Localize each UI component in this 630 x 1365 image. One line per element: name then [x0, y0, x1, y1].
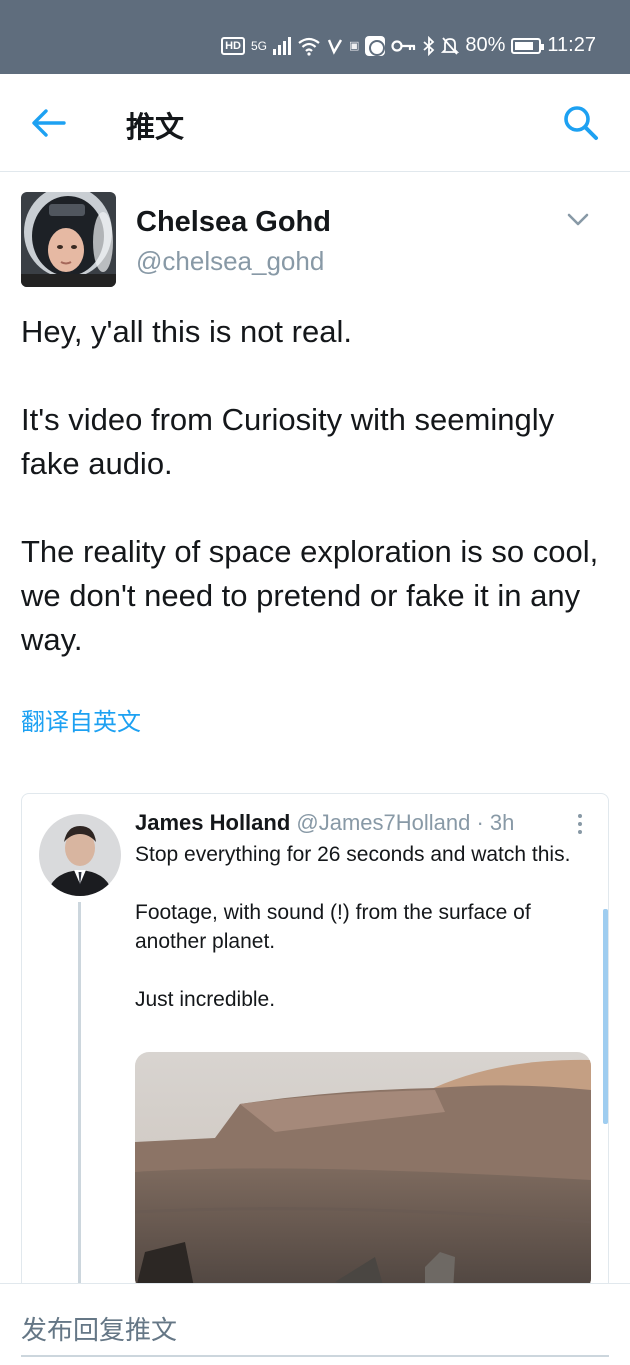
- author-handle[interactable]: @chelsea_gohd: [136, 246, 324, 277]
- input-underline: [21, 1355, 609, 1357]
- quoted-author-name[interactable]: James Holland: [135, 810, 290, 835]
- scrollbar[interactable]: [603, 909, 608, 1124]
- status-icons: HD 5G ▣ 80% 11:27: [221, 34, 596, 57]
- more-options-icon[interactable]: [576, 814, 584, 836]
- tweet-paragraph: The reality of space exploration is so c…: [21, 534, 599, 657]
- tweet-paragraph: It's video from Curiosity with seemingly…: [21, 402, 555, 481]
- battery-icon: [511, 37, 545, 54]
- video-thumbnail[interactable]: [135, 1052, 591, 1283]
- quoted-avatar[interactable]: [39, 814, 121, 896]
- quoted-tweet-card[interactable]: James Holland @James7Holland · 3h Stop e…: [21, 793, 609, 1283]
- wifi-icon: [298, 37, 320, 56]
- clock: 11:27: [547, 34, 596, 56]
- reply-input[interactable]: 发布回复推文: [21, 1310, 177, 1347]
- app-icon: [365, 35, 386, 56]
- bluetooth-icon: [423, 35, 435, 56]
- search-icon[interactable]: [562, 104, 600, 142]
- checkmark-v-icon: [327, 38, 343, 55]
- quoted-paragraph: Footage, with sound (!) from the surface…: [135, 901, 531, 953]
- quoted-author-meta: @James7Holland · 3h: [296, 810, 515, 835]
- signal-icon: [272, 36, 291, 55]
- quoted-paragraph: Stop everything for 26 seconds and watch…: [135, 843, 571, 866]
- hd-badge: HD: [221, 36, 245, 55]
- page-title: 推文: [126, 112, 185, 144]
- translate-link[interactable]: 翻译自英文: [21, 702, 141, 737]
- author-name[interactable]: Chelsea Gohd: [136, 206, 331, 239]
- quoted-tweet-header: James Holland @James7Holland · 3h: [135, 810, 514, 836]
- quoted-tweet-text: Stop everything for 26 seconds and watch…: [135, 840, 575, 1043]
- status-bar: HD 5G ▣ 80% 11:27: [0, 0, 630, 74]
- thread-line: [78, 902, 81, 1283]
- arrow-left-icon[interactable]: [30, 106, 66, 140]
- battery-percent: 80%: [465, 34, 506, 56]
- app-bar: 推文: [0, 74, 630, 172]
- app-notification-icon: ▣: [348, 40, 360, 52]
- reply-bar: 发布回复推文: [0, 1283, 630, 1365]
- tweet-text: Hey, y'all this is not real. It's video …: [21, 310, 611, 706]
- key-icon: [391, 39, 416, 52]
- chevron-down-icon[interactable]: [566, 210, 590, 228]
- quoted-paragraph: Just incredible.: [135, 988, 276, 1011]
- avatar[interactable]: [21, 192, 116, 287]
- mute-bell-icon: [441, 36, 460, 55]
- tweet-paragraph: Hey, y'all this is not real.: [21, 314, 352, 349]
- network-type-label: 5G: [250, 38, 267, 53]
